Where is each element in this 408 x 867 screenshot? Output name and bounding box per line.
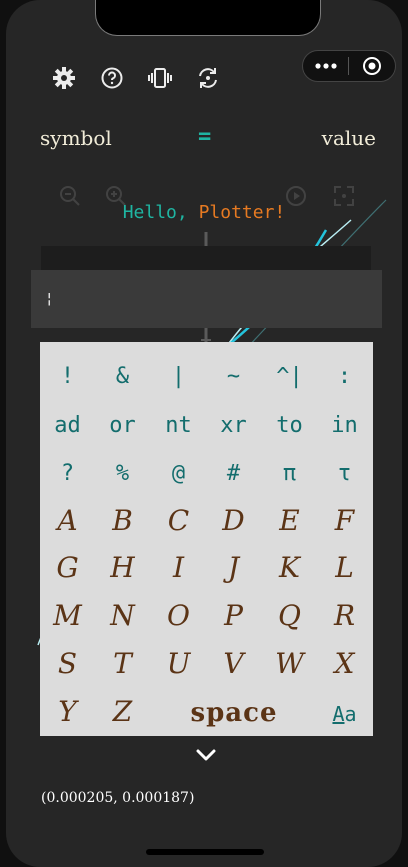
key-letter-z[interactable]: Z bbox=[95, 695, 150, 728]
key-tau[interactable]: τ bbox=[317, 461, 372, 486]
key-or[interactable]: or bbox=[95, 413, 150, 438]
vibrate-icon[interactable] bbox=[146, 64, 174, 92]
key-letter-q[interactable]: Q bbox=[262, 599, 317, 632]
key-letter-s[interactable]: S bbox=[40, 647, 95, 680]
greeting-word-2: Plotter! bbox=[198, 202, 286, 223]
keyboard-hidden-row bbox=[40, 342, 373, 346]
case-toggle-key[interactable]: Aa bbox=[317, 702, 372, 726]
editor-header-strip bbox=[41, 246, 371, 270]
key-letter-c[interactable]: C bbox=[151, 504, 206, 537]
key-question[interactable]: ? bbox=[40, 461, 95, 486]
key-letter-m[interactable]: M bbox=[40, 599, 95, 632]
value-label[interactable]: value bbox=[322, 126, 376, 150]
key-letter-n[interactable]: N bbox=[95, 599, 150, 632]
key-letter-o[interactable]: O bbox=[151, 599, 206, 632]
key-letter-y[interactable]: Y bbox=[40, 695, 95, 728]
key-percent[interactable]: % bbox=[95, 461, 150, 486]
case-upper-label: A bbox=[332, 702, 345, 726]
key-letter-u[interactable]: U bbox=[151, 647, 206, 680]
text-cursor: ¦ bbox=[45, 291, 54, 307]
chevron-down-icon[interactable] bbox=[194, 744, 218, 766]
key-letter-f[interactable]: F bbox=[317, 504, 372, 537]
record-icon[interactable] bbox=[349, 51, 394, 81]
key-letter-v[interactable]: V bbox=[206, 647, 261, 680]
key-ad[interactable]: ad bbox=[40, 413, 95, 438]
symbol-keyboard: ! & | ~ ^| : ad or nt xr to in ? % @ # π… bbox=[40, 342, 373, 736]
equals-sign: = bbox=[198, 124, 212, 149]
key-letter-g[interactable]: G bbox=[40, 551, 95, 584]
key-pipe[interactable]: | bbox=[151, 364, 206, 389]
coordinate-readout: (0.000205, 0.000187) bbox=[41, 790, 195, 806]
key-hash[interactable]: # bbox=[206, 461, 261, 486]
key-letter-e[interactable]: E bbox=[262, 504, 317, 537]
key-letter-a[interactable]: A bbox=[40, 504, 95, 537]
key-caret-pipe[interactable]: ^| bbox=[262, 364, 317, 389]
key-letter-l[interactable]: L bbox=[317, 551, 372, 584]
phone-screen: symbol = value Hello, Plotter! ¦ ! & | ~… bbox=[6, 0, 402, 867]
key-letter-h[interactable]: H bbox=[95, 551, 150, 584]
key-letter-b[interactable]: B bbox=[95, 504, 150, 537]
key-to[interactable]: to bbox=[262, 413, 317, 438]
refresh-icon[interactable] bbox=[194, 64, 222, 92]
greeting-word-1: Hello, bbox=[122, 202, 188, 223]
key-letter-j[interactable]: J bbox=[206, 551, 261, 584]
key-pi[interactable]: π bbox=[262, 461, 317, 486]
key-nt[interactable]: nt bbox=[151, 413, 206, 438]
key-at[interactable]: @ bbox=[151, 461, 206, 486]
key-letter-k[interactable]: K bbox=[262, 551, 317, 584]
mini-program-capsule bbox=[302, 50, 396, 82]
key-letter-w[interactable]: W bbox=[262, 647, 317, 680]
key-in[interactable]: in bbox=[317, 413, 372, 438]
expression-input[interactable]: ¦ bbox=[31, 270, 382, 328]
key-xr[interactable]: xr bbox=[206, 413, 261, 438]
key-bang[interactable]: ! bbox=[40, 364, 95, 389]
key-letter-t[interactable]: T bbox=[95, 647, 150, 680]
camera-notch bbox=[95, 0, 321, 36]
help-icon[interactable] bbox=[98, 64, 126, 92]
key-letter-i[interactable]: I bbox=[151, 551, 206, 584]
key-letter-r[interactable]: R bbox=[317, 599, 372, 632]
gear-icon[interactable] bbox=[50, 64, 78, 92]
greeting-text: Hello, Plotter! bbox=[6, 202, 402, 223]
assignment-row: symbol = value bbox=[40, 124, 376, 154]
home-indicator bbox=[146, 849, 264, 855]
space-key[interactable]: space bbox=[154, 698, 314, 728]
case-lower-label: a bbox=[344, 702, 357, 726]
key-letter-d[interactable]: D bbox=[206, 504, 261, 537]
key-tilde[interactable]: ~ bbox=[206, 364, 261, 389]
symbol-label[interactable]: symbol bbox=[40, 126, 112, 150]
key-letter-x[interactable]: X bbox=[317, 647, 372, 680]
key-ampersand[interactable]: & bbox=[95, 364, 150, 389]
key-colon[interactable]: : bbox=[317, 364, 372, 389]
key-letter-p[interactable]: P bbox=[206, 599, 261, 632]
more-icon[interactable] bbox=[303, 51, 348, 81]
